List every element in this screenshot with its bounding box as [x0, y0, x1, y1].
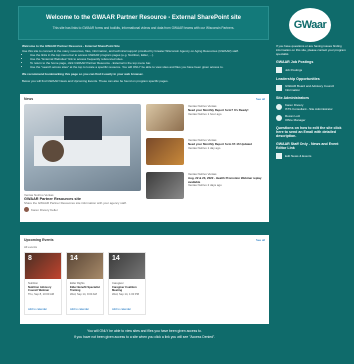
- news-thumbnail: [146, 172, 184, 199]
- admin-role: IT/IS Consultant - Site Administrator: [285, 107, 333, 111]
- event-image: 14: [109, 253, 145, 279]
- news-time: Ventas Nutrivo 2 days ago: [188, 183, 222, 188]
- admin-card[interactable]: Karen Drewry IT/IS Consultant - Site Adm…: [276, 103, 348, 111]
- add-to-calendar-link[interactable]: Add to calendar: [70, 308, 89, 311]
- admin-role: Office Manager: [285, 118, 306, 122]
- jobs-heading: GWAAR Job Postings: [276, 60, 314, 64]
- intro-bullets: Use the links in the top menu bar to acc…: [30, 53, 272, 69]
- event-image: 8: [25, 253, 61, 279]
- jobs-link-label: Job Postings: [285, 68, 303, 72]
- jobs-link[interactable]: Job Postings: [276, 67, 348, 73]
- events-section: Upcoming Events See all All events 8 Nut…: [20, 235, 269, 324]
- site-header: Welcome to the GWAAR Partner Resource - …: [18, 6, 269, 40]
- staff-link-label: Edit News & Events: [285, 154, 312, 158]
- image-monitor: [64, 116, 102, 140]
- event-title: Elder Benefit Specialist Training: [70, 285, 100, 293]
- event-date-day: 8: [28, 255, 32, 262]
- featured-news-image[interactable]: [24, 104, 141, 191]
- avatar: [276, 115, 282, 121]
- image-person: [42, 140, 64, 162]
- contact-text: If you have questions or are having issu…: [276, 44, 346, 56]
- news-summary: Share the GWAAR Partner Resources site i…: [24, 201, 127, 205]
- news-time: Ventas Nutrivo 1 day ago: [188, 145, 221, 150]
- staff-link[interactable]: Edit News & Events: [276, 153, 348, 159]
- events-filter[interactable]: All events: [24, 245, 37, 249]
- events-see-all-link[interactable]: See all: [256, 238, 265, 242]
- leadership-link[interactable]: GWAAR Board and Advisory Council Informa…: [276, 84, 348, 92]
- add-to-calendar-link[interactable]: Add to calendar: [28, 308, 47, 311]
- event-time: Wed, Sep 14, 9:00 AM: [70, 292, 97, 296]
- intro-text: Welcome to the GWAAR Partner Resource - …: [22, 44, 272, 83]
- logo-text: GWaar: [293, 19, 327, 31]
- intro-bookmark-tip: We recommend bookmarking this page so yo…: [22, 72, 144, 76]
- news-see-all-link[interactable]: See all: [256, 97, 265, 101]
- event-card[interactable]: 14 Elder Rights Elder Benefit Specialist…: [66, 252, 104, 315]
- leadership-link-label: GWAAR Board and Advisory Council Informa…: [285, 84, 334, 92]
- questions-text: Questions on how to edit the site click …: [276, 126, 342, 138]
- author-name: Karen Drewry Keller: [31, 207, 58, 212]
- link-icon: [276, 85, 282, 91]
- news-time: Ventas Nutrivo 1 hour ago: [188, 111, 222, 116]
- news-item[interactable]: Ventas Nutrivo Ventas Aug. 22 & 23, 2022…: [146, 172, 264, 204]
- event-card[interactable]: 14 Caregiver Caregiver Coalition Meeting…: [108, 252, 146, 315]
- news-thumbnail: [146, 138, 184, 165]
- link-icon: [276, 67, 282, 73]
- news-author: Karen Drewry Keller: [24, 207, 141, 212]
- news-item[interactable]: Ventas Nutrivo Ventas Need your Monthly …: [146, 104, 264, 136]
- staff-heading: GWAAR Staff Only - News and Event Editor…: [276, 142, 339, 150]
- intro-bullet: Use the "search across sites" at the top…: [30, 65, 272, 69]
- events-heading: Upcoming Events: [24, 238, 54, 242]
- news-heading: News: [24, 97, 34, 101]
- event-time: Thu, Sep 8, 10:00 AM: [28, 292, 54, 296]
- leadership-heading: Leadership Opportunities: [276, 77, 320, 81]
- right-sidebar: If you have questions or are having issu…: [276, 44, 348, 159]
- event-title: Caregiver Coalition Meeting: [112, 285, 137, 293]
- news-item[interactable]: Ventas Nutrivo Ventas Need your Monthly …: [146, 138, 264, 170]
- page-subtitle: This site has links to GWAAR forms and t…: [52, 26, 235, 30]
- add-to-calendar-link[interactable]: Add to calendar: [112, 308, 131, 311]
- avatar: [276, 104, 282, 110]
- featured-news-caption[interactable]: Ventas Nutrivo Ventas GWAAR Partner Reso…: [24, 193, 141, 212]
- footer-line: If you have not been given access to a s…: [73, 335, 216, 339]
- gwaar-logo[interactable]: GWaar: [289, 8, 331, 42]
- event-date-day: 14: [112, 255, 120, 262]
- admins-heading: Site Administrators: [276, 96, 310, 100]
- avatar: [24, 207, 29, 212]
- admin-card[interactable]: Roxan Lutz Office Manager: [276, 114, 348, 122]
- link-icon: [276, 153, 282, 159]
- news-section: News See all Ventas Nutrivo Ventas GWAAR…: [20, 94, 269, 222]
- footer-note: You will ONLY be able to view sites and …: [20, 328, 269, 340]
- page-title: Welcome to the GWAAR Partner Resource - …: [46, 15, 241, 21]
- news-thumbnail: [146, 104, 184, 131]
- event-card[interactable]: 8 Nutrition Nutrition Advisory Council W…: [24, 252, 62, 315]
- page: Welcome to the GWAAR Partner Resource - …: [0, 0, 354, 364]
- event-time: Wed, Sep 14, 1:00 PM: [112, 292, 139, 296]
- event-date-day: 14: [70, 255, 78, 262]
- event-title: Nutrition Advisory Council Webinar: [28, 285, 52, 293]
- intro-heading: Welcome to the GWAAR Partner Resource - …: [22, 44, 120, 48]
- event-image: 14: [67, 253, 103, 279]
- intro-news-note: Below you will find GWAAR News and Upcom…: [22, 79, 169, 83]
